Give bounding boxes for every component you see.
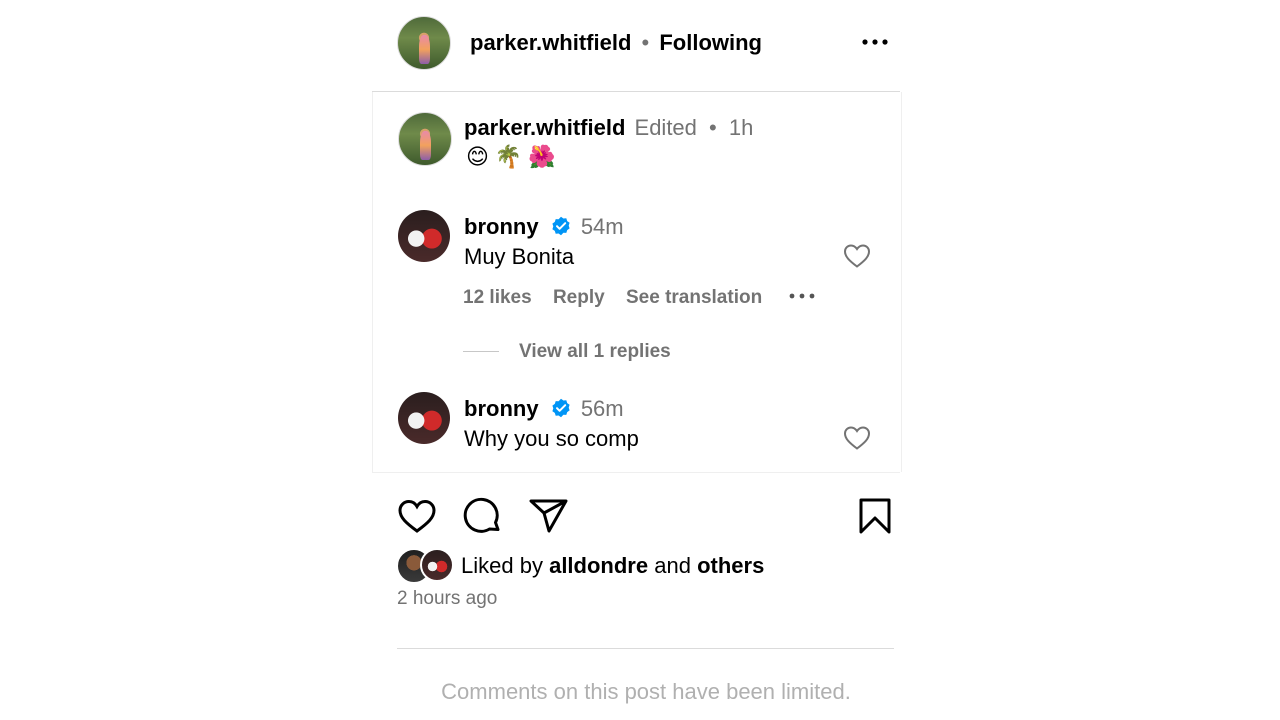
comment-username[interactable]: bronny <box>464 396 539 421</box>
like-heart-icon[interactable] <box>397 497 437 535</box>
caption-separator: • <box>709 115 717 140</box>
caption-username[interactable]: parker.whitfield <box>464 115 625 140</box>
liked-by-prefix: Liked by <box>461 553 543 578</box>
footer-divider <box>397 648 894 649</box>
comment-meta: 12 likes Reply See translation <box>463 287 762 309</box>
liked-by-others[interactable]: others <box>697 553 764 578</box>
comment-like-heart-icon[interactable] <box>843 425 871 451</box>
comment-header: bronny 54m <box>464 214 624 240</box>
liked-by-text: Liked by alldondre and others <box>461 553 764 579</box>
post-timestamp: 2 hours ago <box>397 588 498 609</box>
view-replies-button[interactable]: View all 1 replies <box>519 341 671 363</box>
caption-avatar[interactable] <box>398 112 452 166</box>
post-header: parker.whitfield • Following <box>470 30 762 56</box>
liker-avatar[interactable] <box>420 548 454 582</box>
comment-text: Muy Bonita <box>464 244 575 269</box>
replies-line <box>463 351 499 352</box>
comment-bubble-icon[interactable] <box>462 496 504 536</box>
caption-header: parker.whitfield Edited • 1h <box>464 115 753 141</box>
send-icon[interactable] <box>528 497 570 535</box>
following-button[interactable]: Following <box>659 30 762 55</box>
liked-by-user[interactable]: alldondre <box>549 553 648 578</box>
comment-text: Why you so comp <box>464 426 639 451</box>
comment-username[interactable]: bronny <box>464 214 539 239</box>
comments-bottom-divider <box>372 472 900 473</box>
edited-label: Edited <box>634 115 697 140</box>
reply-button[interactable]: Reply <box>553 287 605 308</box>
comment-header: bronny 56m <box>464 396 624 422</box>
header-avatar[interactable] <box>397 16 451 70</box>
comment-time: 56m <box>580 396 624 421</box>
verified-badge-icon <box>552 398 570 418</box>
comment-like-heart-icon[interactable] <box>843 243 871 269</box>
comments-limited-notice: Comments on this post have been limited. <box>441 679 851 704</box>
caption-time: 1h <box>728 115 754 140</box>
header-separator: • <box>641 30 650 55</box>
comment-avatar[interactable] <box>398 392 450 444</box>
comment-time: 54m <box>580 214 624 239</box>
caption-text: 😊🌴🌺 <box>466 144 562 169</box>
verified-badge-icon <box>552 216 570 236</box>
bookmark-icon[interactable] <box>857 497 893 535</box>
comment-avatar[interactable] <box>398 210 450 262</box>
header-username[interactable]: parker.whitfield <box>470 30 631 55</box>
comments-scroll-area[interactable]: parker.whitfield Edited • 1h 😊🌴🌺 bronny … <box>372 92 902 472</box>
more-options-icon[interactable] <box>860 33 890 51</box>
see-translation-button[interactable]: See translation <box>626 287 762 308</box>
comment-likes[interactable]: 12 likes <box>463 287 532 308</box>
liked-by-conjunction: and <box>654 553 691 578</box>
comment-more-icon[interactable] <box>788 289 816 303</box>
